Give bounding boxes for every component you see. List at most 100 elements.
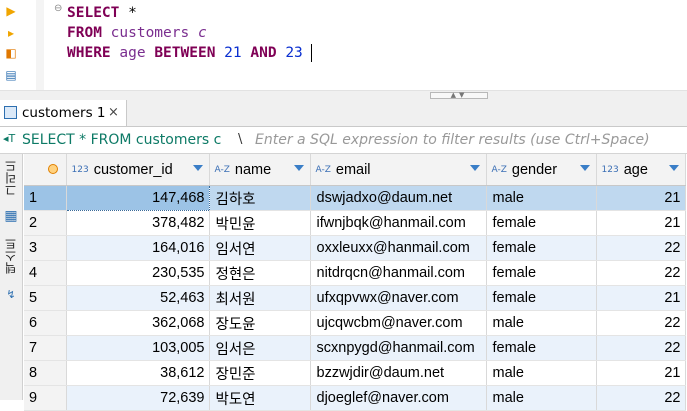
cell-age[interactable]: 21 (596, 185, 686, 211)
cell-gender[interactable]: female (486, 210, 597, 236)
row-number[interactable]: 3 (24, 235, 67, 261)
cell-email[interactable]: ufxqpvwx@naver.com (310, 285, 487, 311)
cell-customer-id[interactable]: 72,639 (66, 385, 210, 411)
column-header-gender[interactable]: A-Z gender (486, 154, 597, 186)
cell-name[interactable]: 김하호 (209, 185, 311, 211)
numeric-type-icon: 123 (71, 164, 89, 175)
table-row[interactable]: 8 38,612 장민준 bzzwjdir@daum.net male 21 (24, 360, 686, 386)
column-header-age[interactable]: 123 age (596, 154, 686, 186)
sort-arrow-icon[interactable] (668, 165, 679, 171)
cell-age[interactable]: 22 (596, 335, 686, 361)
cell-customer-id[interactable]: 147,468 (65, 185, 210, 211)
cell-gender[interactable]: female (486, 335, 597, 361)
cell-customer-id[interactable]: 164,016 (66, 235, 210, 261)
cell-name[interactable]: 장민준 (209, 360, 311, 386)
cell-customer-id[interactable]: 362,068 (66, 310, 210, 336)
cell-name[interactable]: 임서은 (209, 335, 311, 361)
table-row[interactable]: 2 378,482 박민윤 ifwnjbqk@hanmail.com femal… (24, 210, 686, 236)
table-row[interactable]: 9 72,639 박도연 djoeglef@naver.com male 22 (24, 385, 686, 411)
cell-customer-id[interactable]: 103,005 (66, 335, 210, 361)
grid-corner[interactable] (24, 154, 67, 186)
row-number[interactable]: 7 (24, 335, 67, 361)
cell-gender[interactable]: male (486, 360, 597, 386)
execute-script-icon[interactable]: ▸ (4, 26, 18, 40)
row-number[interactable]: 1 (24, 185, 67, 211)
cell-name[interactable]: 임서연 (209, 235, 311, 261)
text-type-icon: A-Z (315, 164, 331, 175)
cell-customer-id[interactable]: 38,612 (66, 360, 210, 386)
cell-name[interactable]: 박도연 (209, 385, 311, 411)
cell-age[interactable]: 21 (596, 360, 686, 386)
filter-input[interactable]: Enter a SQL expression to filter results… (255, 131, 650, 149)
table-row[interactable]: 7 103,005 임서은 scxnpygd@hanmail.com femal… (24, 335, 686, 361)
column-header-name[interactable]: A-Z name (209, 154, 311, 186)
cell-customer-id[interactable]: 378,482 (66, 210, 210, 236)
cell-age[interactable]: 21 (596, 285, 686, 311)
execute-new-tab-icon[interactable]: ◧ (4, 46, 18, 60)
sql-editor[interactable]: ▶ ▸ ◧ ▤ ⊖ SELECT * FROM customers c WHER… (0, 0, 687, 98)
cell-name[interactable]: 최서원 (209, 285, 311, 311)
cell-gender[interactable]: male (486, 185, 597, 211)
cell-age[interactable]: 22 (596, 310, 686, 336)
cell-gender[interactable]: male (486, 310, 597, 336)
table-alias: c (197, 25, 207, 41)
cell-gender[interactable]: female (486, 235, 597, 261)
cell-name[interactable]: 정현은 (209, 260, 311, 286)
row-number[interactable]: 6 (24, 310, 67, 336)
sort-arrow-icon[interactable] (192, 165, 203, 171)
filter-query-label[interactable]: SELECT * FROM customers c (22, 131, 221, 149)
sort-arrow-icon[interactable] (469, 165, 480, 171)
row-number[interactable]: 9 (24, 385, 67, 411)
cell-gender[interactable]: male (486, 385, 597, 411)
cell-email[interactable]: bzzwjdir@daum.net (310, 360, 487, 386)
table-row[interactable]: 5 52,463 최서원 ufxqpvwx@naver.com female 2… (24, 285, 686, 311)
close-icon[interactable]: × (108, 104, 119, 122)
grid-view-tab[interactable]: 그리드 (1, 160, 21, 199)
row-number[interactable]: 5 (24, 285, 67, 311)
row-number[interactable]: 2 (24, 210, 67, 236)
text-view-tab[interactable]: 텍스트 (1, 238, 21, 277)
grid-icon[interactable]: ▦ (1, 209, 21, 223)
sort-arrow-icon[interactable] (579, 165, 590, 171)
fold-toggle-icon[interactable]: ⊖ (54, 3, 62, 15)
execute-statement-icon[interactable]: ▶ (4, 4, 18, 18)
column-label: email (335, 161, 371, 178)
column-header-email[interactable]: A-Z email (310, 154, 487, 186)
column-name: age (119, 45, 146, 61)
text-type-icon: A-Z (214, 164, 230, 175)
cell-gender[interactable]: female (486, 260, 597, 286)
text-view-icon[interactable]: ↯ (1, 288, 21, 301)
splitter-collapse-handle[interactable]: ▲▼ (430, 92, 488, 99)
table-row[interactable]: 4 230,535 정현은 nitdrqcn@hanmail.com femal… (24, 260, 686, 286)
select-star: * (119, 5, 137, 21)
cell-email[interactable]: scxnpygd@hanmail.com (310, 335, 487, 361)
cell-name[interactable]: 장도윤 (209, 310, 311, 336)
results-grid[interactable]: 123 customer_id A-Z name A-Z email A-Z gende… (24, 154, 687, 411)
table-row[interactable]: 1 147,468 김하호 dswjadxo@daum.net male 21 (24, 185, 686, 211)
cell-customer-id[interactable]: 52,463 (66, 285, 210, 311)
cell-customer-id[interactable]: 230,535 (66, 260, 210, 286)
cell-email[interactable]: djoeglef@naver.com (310, 385, 487, 411)
table-row[interactable]: 6 362,068 장도윤 ujcqwcbm@naver.com male 22 (24, 310, 686, 336)
sort-arrow-icon[interactable] (293, 165, 304, 171)
explain-plan-icon[interactable]: ▤ (4, 68, 18, 82)
cell-age[interactable]: 21 (596, 210, 686, 236)
cell-email[interactable]: nitdrqcn@hanmail.com (310, 260, 487, 286)
keyword: FROM (67, 25, 102, 41)
cell-email[interactable]: ifwnjbqk@hanmail.com (310, 210, 487, 236)
table-row[interactable]: 3 164,016 임서연 oxxleuxx@hanmail.com femal… (24, 235, 686, 261)
cell-age[interactable]: 22 (596, 260, 686, 286)
cell-email[interactable]: dswjadxo@daum.net (310, 185, 487, 211)
column-header-customer-id[interactable]: 123 customer_id (66, 154, 210, 186)
cell-name[interactable]: 박민윤 (209, 210, 311, 236)
code-line-2: FROM customers c (67, 23, 207, 43)
column-label: customer_id (93, 161, 173, 178)
row-number[interactable]: 8 (24, 360, 67, 386)
cell-gender[interactable]: female (486, 285, 597, 311)
text-cursor (311, 44, 312, 62)
cell-email[interactable]: ujcqwcbm@naver.com (310, 310, 487, 336)
cell-age[interactable]: 22 (596, 385, 686, 411)
cell-email[interactable]: oxxleuxx@hanmail.com (310, 235, 487, 261)
cell-age[interactable]: 22 (596, 235, 686, 261)
row-number[interactable]: 4 (24, 260, 67, 286)
